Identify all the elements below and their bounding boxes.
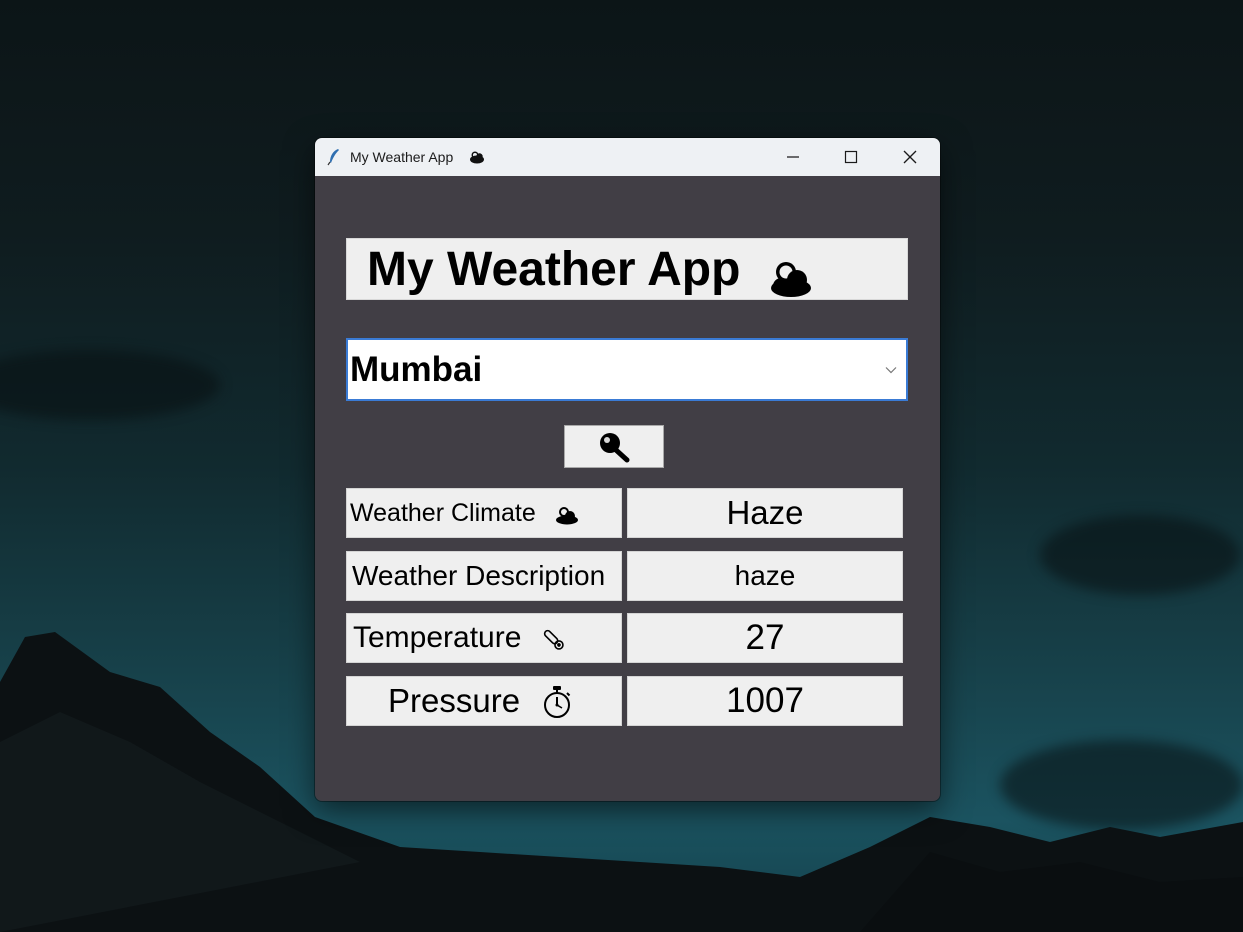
cloud-icon xyxy=(470,151,484,164)
window-title: My Weather App xyxy=(350,149,454,165)
stopwatch-icon xyxy=(544,686,571,718)
maximize-button[interactable] xyxy=(822,138,880,176)
app-heading-box: My Weather App xyxy=(346,238,908,300)
temperature-label-cell: Temperature xyxy=(346,613,622,663)
weather-description-value-cell: haze xyxy=(627,551,903,601)
weather-climate-value-cell: Haze xyxy=(627,488,903,538)
app-content: My Weather App Mumbai Weather Climate Ha… xyxy=(315,176,940,801)
app-heading: My Weather App xyxy=(367,243,741,296)
weather-climate-value: Haze xyxy=(726,494,804,531)
pressure-label-cell: Pressure xyxy=(346,676,622,726)
pressure-value: 1007 xyxy=(726,681,804,720)
search-button[interactable] xyxy=(564,425,664,468)
minimize-icon xyxy=(787,156,799,158)
feather-icon xyxy=(327,149,339,166)
pressure-label: Pressure xyxy=(388,682,521,719)
minimize-button[interactable] xyxy=(764,138,822,176)
weather-description-label-cell: Weather Description xyxy=(346,551,622,601)
desktop-background: My Weather App My Weather App Mumbai Wea… xyxy=(0,0,1243,932)
weather-climate-label: Weather Climate xyxy=(350,498,536,527)
temperature-label: Temperature xyxy=(353,621,522,654)
maximize-icon xyxy=(844,150,858,164)
temperature-value-cell: 27 xyxy=(627,613,903,663)
close-icon xyxy=(903,150,917,164)
cloud-icon xyxy=(556,507,578,525)
weather-description-label: Weather Description xyxy=(352,560,606,591)
weather-climate-label-cell: Weather Climate xyxy=(346,488,622,538)
chevron-down-icon xyxy=(885,366,897,373)
dropdown-button[interactable] xyxy=(876,340,906,399)
weather-app-window: My Weather App My Weather App Mumbai Wea… xyxy=(315,138,940,801)
weather-description-value: haze xyxy=(734,560,796,591)
city-combobox[interactable] xyxy=(346,338,908,401)
close-button[interactable] xyxy=(881,138,939,176)
temperature-value: 27 xyxy=(745,618,785,657)
title-bar[interactable]: My Weather App xyxy=(315,138,940,176)
background-cloud xyxy=(1040,515,1240,595)
magnifier-icon xyxy=(600,432,630,462)
city-input[interactable] xyxy=(348,340,873,399)
background-cloud xyxy=(0,350,220,420)
pressure-value-cell: 1007 xyxy=(627,676,903,726)
thermometer-icon xyxy=(543,629,564,650)
cloud-icon xyxy=(771,262,811,297)
